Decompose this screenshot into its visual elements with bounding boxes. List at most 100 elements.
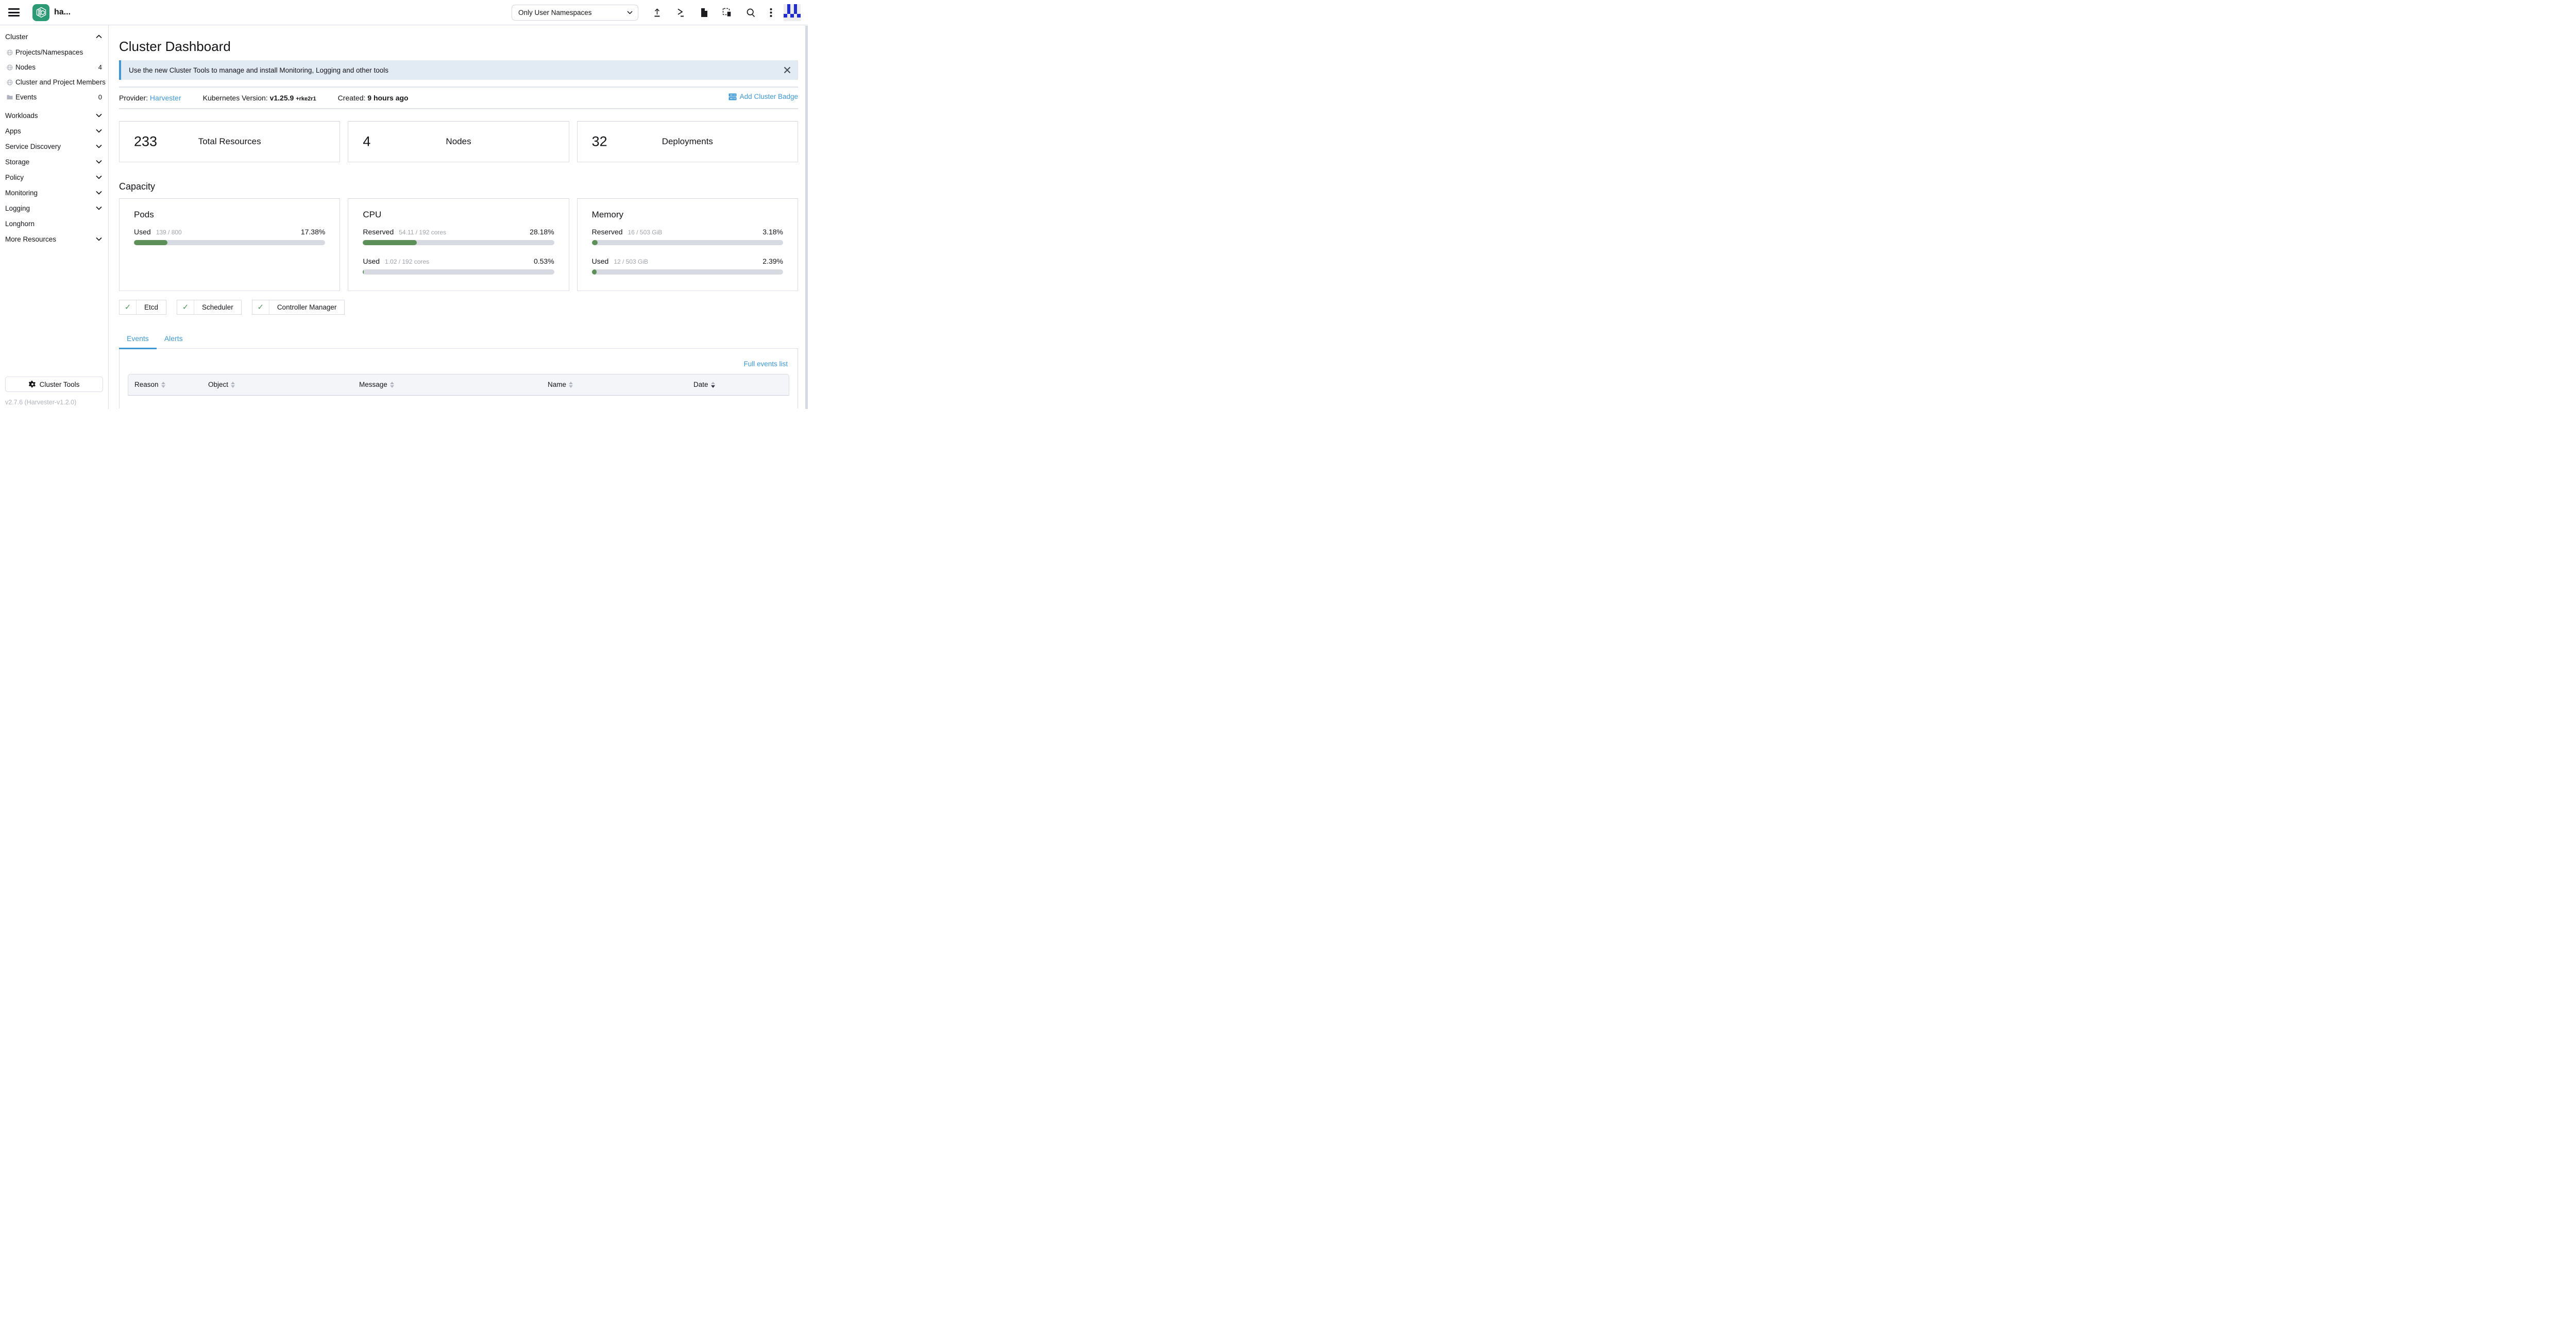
- kebab-menu-icon[interactable]: [770, 8, 772, 18]
- sidebar-item-count: 4: [98, 63, 102, 71]
- user-avatar[interactable]: [784, 4, 801, 21]
- progress-bar: [363, 240, 554, 245]
- copy-kubeconfig-icon[interactable]: [722, 8, 732, 18]
- chevron-down-icon: [96, 191, 102, 195]
- stat-card-total-resources[interactable]: 233 Total Resources: [119, 121, 340, 162]
- main-content: Cluster Dashboard Use the new Cluster To…: [109, 25, 808, 409]
- chevron-down-icon: [96, 175, 102, 179]
- sidebar-group-storage[interactable]: Storage: [0, 154, 108, 169]
- sidebar-group-policy[interactable]: Policy: [0, 169, 108, 185]
- tab-alerts[interactable]: Alerts: [157, 331, 191, 348]
- stat-label: Deployments: [578, 137, 798, 147]
- cluster-name[interactable]: ha...: [54, 8, 71, 17]
- cluster-tools-button[interactable]: Cluster Tools: [5, 377, 103, 392]
- component-status-scheduler: ✓ Scheduler: [177, 300, 242, 315]
- column-header-object[interactable]: Object: [202, 381, 353, 388]
- chevron-down-icon: [96, 129, 102, 133]
- close-icon[interactable]: [784, 66, 791, 74]
- sidebar-group-apps[interactable]: Apps: [0, 123, 108, 139]
- divider: [119, 108, 798, 109]
- capacity-card-title: Memory: [592, 210, 783, 220]
- checkmark-icon: ✓: [252, 302, 269, 312]
- gauge-label: Used: [134, 228, 151, 236]
- column-header-date[interactable]: Date: [687, 381, 789, 388]
- chevron-down-icon: [96, 206, 102, 210]
- chevron-down-icon: [627, 11, 633, 14]
- harvester-logo-icon[interactable]: [32, 4, 49, 21]
- progress-bar: [134, 240, 325, 245]
- stat-label: Total Resources: [120, 137, 340, 147]
- full-events-row: Full events list: [120, 349, 798, 369]
- tab-events[interactable]: Events: [119, 331, 157, 349]
- sidebar-items: Projects/Namespaces Nodes 4: [0, 45, 108, 108]
- gear-icon: [29, 381, 36, 388]
- provider-link[interactable]: Harvester: [150, 94, 181, 102]
- component-status-row: ✓ Etcd ✓ Scheduler ✓ Controller Manager: [119, 300, 798, 315]
- sidebar-group-longhorn[interactable]: Longhorn: [0, 216, 108, 231]
- gauge-detail: 139 / 800: [156, 229, 182, 236]
- sidebar-group-label: Policy: [5, 174, 24, 181]
- sidebar-group-service-discovery[interactable]: Service Discovery: [0, 139, 108, 154]
- sidebar-group-label: Workloads: [5, 112, 38, 120]
- folder-icon: [7, 94, 13, 100]
- sort-icon-active: [711, 382, 715, 388]
- sidebar-group-label: Longhorn: [5, 220, 35, 228]
- kubernetes-version-suffix: +rke2r1: [296, 96, 316, 102]
- provider-field: Provider: Harvester: [119, 94, 181, 102]
- progress-bar: [592, 269, 783, 275]
- gauge-percent: 2.39%: [762, 257, 783, 265]
- gauge-detail: 54.11 / 192 cores: [399, 229, 446, 236]
- download-kubeconfig-icon[interactable]: [700, 8, 708, 18]
- gauge-detail: 1.02 / 192 cores: [385, 258, 429, 265]
- component-status-controller-manager: ✓ Controller Manager: [252, 300, 345, 315]
- info-banner: Use the new Cluster Tools to manage and …: [119, 60, 798, 80]
- namespace-filter-dropdown[interactable]: Only User Namespaces: [512, 5, 638, 21]
- created-label: Created:: [338, 94, 366, 102]
- globe-icon: [7, 64, 13, 71]
- column-header-reason[interactable]: Reason: [128, 381, 202, 388]
- cluster-tools-label: Cluster Tools: [40, 381, 80, 388]
- sidebar-item-count: 0: [98, 93, 102, 101]
- sidebar-group-monitoring[interactable]: Monitoring: [0, 185, 108, 200]
- created-value: 9 hours ago: [367, 94, 408, 102]
- sidebar-item-label: Nodes: [15, 63, 36, 71]
- add-cluster-badge-link[interactable]: Add Cluster Badge: [728, 93, 798, 100]
- add-cluster-badge-label: Add Cluster Badge: [740, 93, 798, 100]
- version-label: v2.7.6 (Harvester-v1.2.0): [5, 399, 76, 406]
- column-label: Object: [208, 381, 228, 388]
- kubernetes-version-label: Kubernetes Version:: [203, 94, 268, 102]
- divider: [119, 87, 798, 88]
- app-header: ha... Only User Namespaces: [0, 0, 808, 25]
- sidebar-section-cluster[interactable]: Cluster: [0, 29, 108, 45]
- page-title: Cluster Dashboard: [119, 39, 798, 55]
- column-header-name[interactable]: Name: [541, 381, 687, 388]
- sidebar-item-events[interactable]: Events 0: [0, 90, 108, 105]
- sidebar-section-label: Cluster: [5, 32, 28, 41]
- column-header-message[interactable]: Message: [353, 381, 541, 388]
- chevron-down-icon: [96, 237, 102, 241]
- capacity-row: Pods Used 139 / 800 17.38% CPU: [119, 198, 798, 291]
- scrollbar[interactable]: [805, 26, 808, 409]
- chevron-down-icon: [96, 113, 102, 117]
- sidebar-item-cluster-project-members[interactable]: Cluster and Project Members: [0, 75, 108, 90]
- sidebar-group-workloads[interactable]: Workloads: [0, 108, 108, 123]
- full-events-list-link[interactable]: Full events list: [743, 360, 788, 368]
- sidebar-group-more-resources[interactable]: More Resources: [0, 231, 108, 247]
- kubectl-shell-icon[interactable]: [676, 8, 686, 18]
- stat-card-deployments[interactable]: 32 Deployments: [577, 121, 798, 162]
- chevron-down-icon: [96, 160, 102, 164]
- checkmark-icon: ✓: [177, 302, 194, 312]
- sidebar-item-nodes[interactable]: Nodes 4: [0, 60, 108, 75]
- capacity-card-cpu: CPU Reserved 54.11 / 192 cores 28.18% Us…: [348, 198, 569, 291]
- tab-bar: Events Alerts: [119, 331, 798, 349]
- stat-card-nodes[interactable]: 4 Nodes: [348, 121, 569, 162]
- gauge-percent: 0.53%: [534, 257, 554, 265]
- glance-row: Provider: Harvester Kubernetes Version: …: [119, 93, 798, 102]
- sidebar-group-logging[interactable]: Logging: [0, 200, 108, 216]
- menu-icon[interactable]: [8, 8, 20, 16]
- gauge-detail: 16 / 503 GiB: [628, 229, 663, 236]
- sidebar-item-projects-namespaces[interactable]: Projects/Namespaces: [0, 45, 108, 60]
- progress-bar: [363, 269, 554, 275]
- search-icon[interactable]: [746, 8, 756, 18]
- import-yaml-icon[interactable]: [652, 8, 662, 18]
